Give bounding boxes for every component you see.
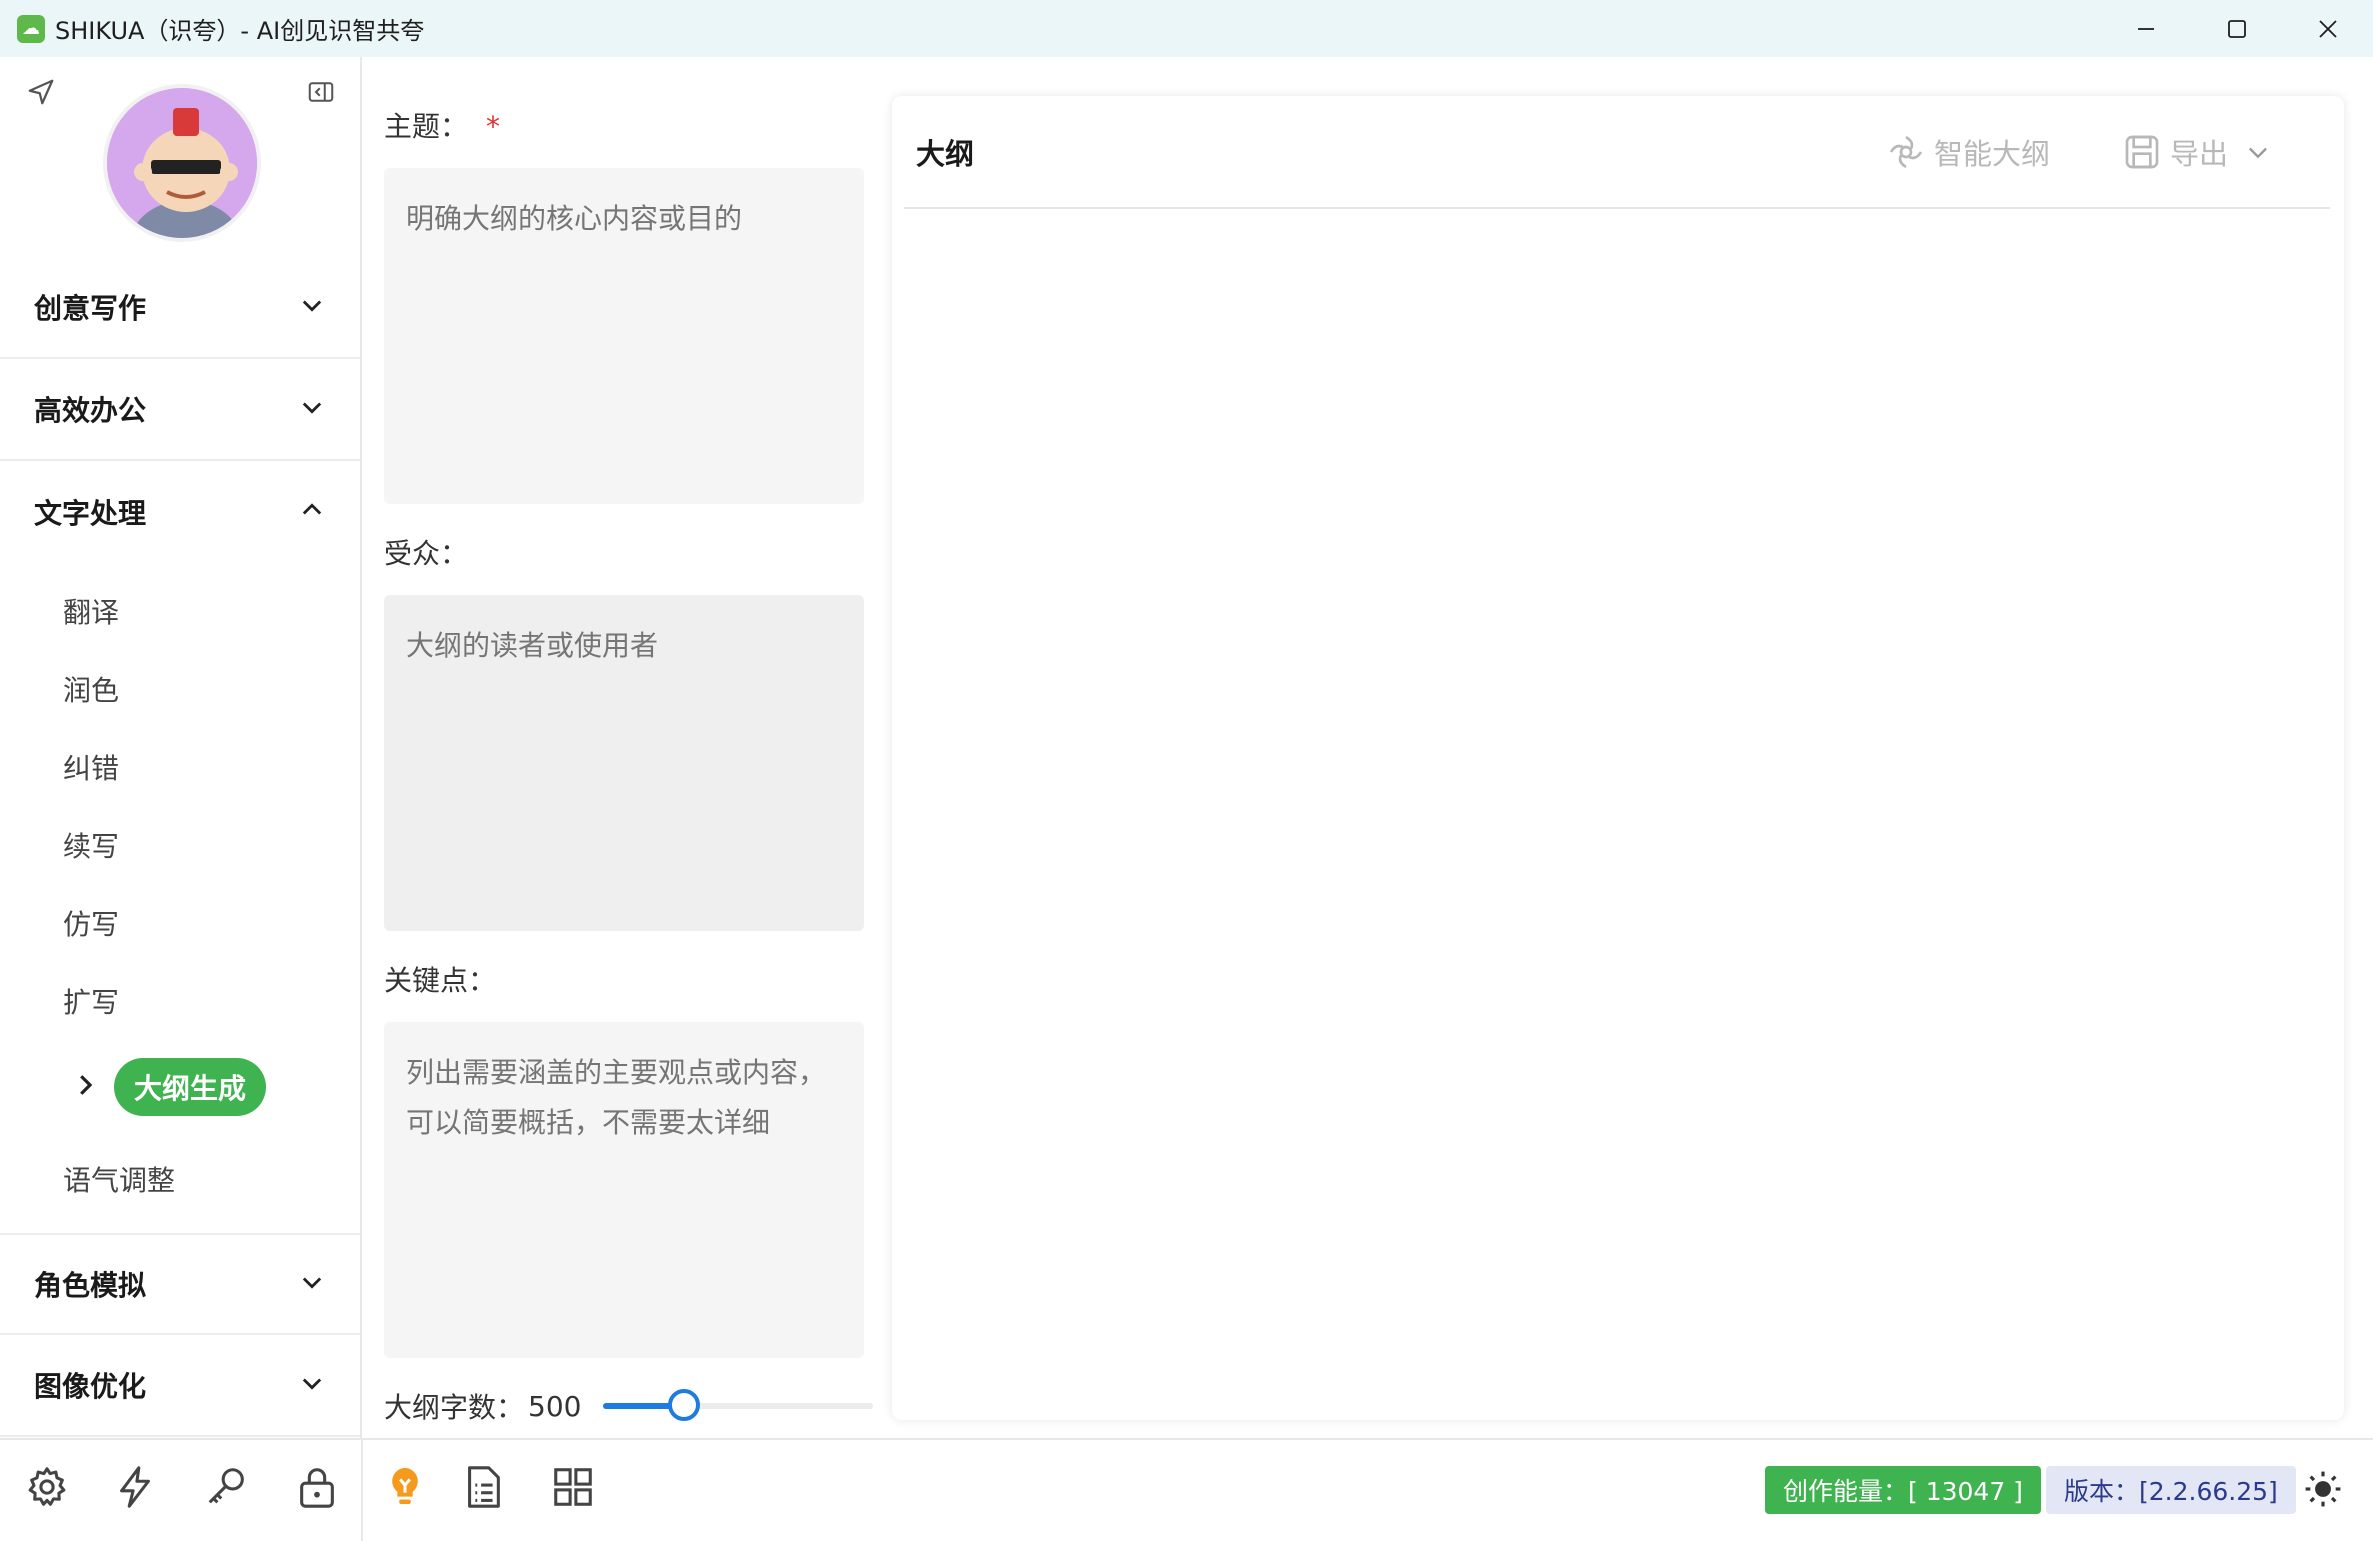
export-dropdown-button[interactable] [2244, 138, 2280, 166]
menu-group-image[interactable]: 图像优化 [0, 1335, 360, 1437]
outline-form: 主题：* 受众： 关键点： 大纲字数： 500 [364, 57, 884, 1438]
maximize-icon [2227, 19, 2246, 38]
topic-input[interactable] [384, 168, 864, 504]
sidebar-item-outline-label: 大纲生成 [114, 1058, 267, 1116]
document-list-icon[interactable] [460, 1464, 506, 1514]
chevron-down-icon [298, 393, 326, 425]
audience-label: 受众： [384, 537, 469, 570]
sidebar-item-translate[interactable]: 翻译 [63, 591, 119, 631]
word-count-value: 500 [528, 1389, 582, 1423]
lightbulb-icon[interactable] [382, 1464, 428, 1514]
collapse-sidebar-icon[interactable] [306, 77, 336, 111]
minimize-button[interactable] [2100, 0, 2191, 57]
chevron-down-icon [298, 291, 326, 323]
sidebar-item-continue[interactable]: 续写 [63, 825, 119, 865]
key-points-label: 关键点： [384, 964, 497, 997]
menu-group-office[interactable]: 高效办公 [0, 359, 360, 461]
export-label: 导出 [2170, 136, 2229, 171]
menu-group-text-processing[interactable]: 文字处理 [0, 461, 360, 563]
lock-icon[interactable] [294, 1464, 340, 1514]
bottom-bar: 创作能量：[ 13047 ] 版本：[2.2.66.25] [0, 1438, 2373, 1541]
cloud-leaf-icon: ☁ [17, 14, 45, 43]
word-count-label: 大纲字数： [384, 1391, 525, 1424]
bottom-divider [361, 1440, 363, 1541]
version-badge: 版本：[2.2.66.25] [2046, 1466, 2296, 1514]
sidebar-item-tone[interactable]: 语气调整 [63, 1159, 175, 1199]
menu-group-label: 文字处理 [34, 497, 147, 530]
key-points-input[interactable] [384, 1022, 864, 1358]
smart-outline-button[interactable]: 智能大纲 [1886, 131, 2050, 173]
menu-group-label: 高效办公 [34, 394, 147, 427]
chevron-right-icon [70, 1070, 100, 1104]
close-button[interactable] [2282, 0, 2373, 57]
audience-input[interactable] [384, 595, 864, 931]
menu-group-label: 角色模拟 [34, 1269, 147, 1302]
send-icon[interactable] [26, 77, 56, 111]
save-icon [2125, 135, 2159, 168]
avatar[interactable] [103, 84, 261, 242]
sidebar-item-polish[interactable]: 润色 [63, 669, 119, 709]
chevron-down-icon [298, 1369, 326, 1401]
required-mark: * [486, 110, 501, 143]
key-icon[interactable] [204, 1464, 250, 1514]
minimize-icon [2137, 27, 2154, 30]
menu-group-creative-writing[interactable]: 创意写作 [0, 257, 360, 359]
close-icon [2318, 19, 2337, 38]
outline-panel-title: 大纲 [916, 136, 975, 171]
chevron-up-icon [298, 496, 326, 528]
maximize-button[interactable] [2191, 0, 2282, 57]
word-count-row: 大纲字数： 500 [384, 1383, 884, 1429]
topic-label: 主题： * [384, 110, 501, 143]
sun-icon[interactable] [2304, 1470, 2342, 1512]
aperture-icon [1889, 135, 1923, 168]
window-title: SHIKUA（识夸）- AI创见识智共夸 [55, 17, 425, 45]
chevron-down-icon [298, 1268, 326, 1300]
energy-badge: 创作能量：[ 13047 ] [1765, 1466, 2041, 1514]
chevron-down-icon [2249, 147, 2267, 158]
sidebar: 创意写作 高效办公 文字处理 翻译 润色 纠错 续写 仿写 扩写 大纲生成 语气… [0, 57, 362, 1438]
menu-group-label: 创意写作 [34, 292, 147, 325]
lightning-icon[interactable] [112, 1464, 158, 1514]
sidebar-item-outline-active[interactable]: 大纲生成 [70, 1057, 267, 1117]
sidebar-item-expand[interactable]: 扩写 [63, 981, 119, 1021]
sidebar-item-proofread[interactable]: 纠错 [63, 747, 119, 787]
grid-icon[interactable] [550, 1464, 596, 1514]
export-button[interactable]: 导出 [2122, 131, 2228, 173]
outline-panel: 大纲 智能大纲 导出 [892, 96, 2344, 1420]
menu-group-role-play[interactable]: 角色模拟 [0, 1233, 360, 1335]
word-count-slider[interactable] [603, 1389, 874, 1421]
settings-icon[interactable] [24, 1464, 70, 1514]
smart-outline-label: 智能大纲 [1934, 136, 2051, 171]
menu-group-label: 图像优化 [34, 1370, 147, 1403]
outline-panel-header: 大纲 智能大纲 导出 [904, 96, 2330, 209]
slider-thumb[interactable] [668, 1389, 701, 1421]
title-bar: ☁ SHIKUA（识夸）- AI创见识智共夸 [0, 0, 2373, 57]
sidebar-item-imitate[interactable]: 仿写 [63, 903, 119, 943]
